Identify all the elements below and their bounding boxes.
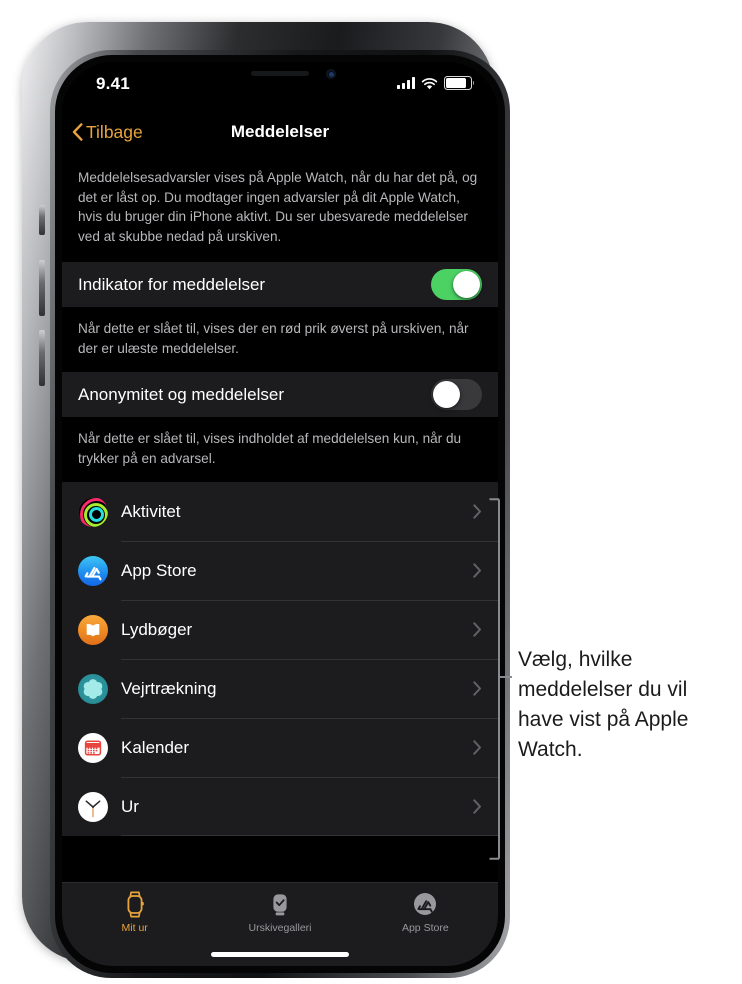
setting-row-notifications-indicator[interactable]: Indikator for meddelelser <box>62 262 498 307</box>
iphone-device-frame: 9.41 Tilbage Meddelelser Meddelelsesadva… <box>22 22 510 978</box>
app-name: Lydbøger <box>121 619 193 639</box>
app-name: Kalender <box>121 737 190 757</box>
audiobooks-icon <box>78 614 108 645</box>
tab-label: App Store <box>401 922 449 934</box>
watch-face-icon <box>207 890 352 919</box>
chevron-right-icon <box>473 681 482 696</box>
notifications-indicator-toggle[interactable] <box>431 269 482 300</box>
app-row-lydboger[interactable]: Lydbøger <box>62 600 498 659</box>
tab-urskivegalleri[interactable]: Urskivegalleri <box>207 883 352 934</box>
callout-text: Vælg, hvilke meddelelser du vil have vis… <box>518 648 689 761</box>
chevron-right-icon <box>473 799 482 814</box>
setting-label: Anonymitet og meddelelser <box>78 384 285 404</box>
tab-label: Urskivegalleri <box>248 922 312 934</box>
app-store-icon <box>353 890 498 919</box>
calendar-icon <box>78 732 108 763</box>
wifi-icon <box>421 77 438 90</box>
tab-app-store[interactable]: App Store <box>353 883 498 934</box>
tab-bar: Mit ur Urskivegalleri App Store <box>62 882 498 966</box>
privacy-notifications-toggle[interactable] <box>431 379 482 410</box>
toggle-knob <box>453 271 480 298</box>
settings-scroll-view[interactable]: Meddelelsesadvarsler vises på Apple Watc… <box>62 154 498 966</box>
volume-down-button[interactable] <box>39 330 45 386</box>
activity-rings-icon <box>78 496 108 527</box>
navigation-bar: Tilbage Meddelelser <box>62 110 498 154</box>
silent-switch[interactable] <box>39 205 45 235</box>
app-name: Vejrtrækning <box>121 678 217 698</box>
intro-footnote: Meddelelsesadvarsler vises på Apple Watc… <box>62 154 498 262</box>
tab-mit-ur[interactable]: Mit ur <box>62 883 207 934</box>
setting-footnote: Når dette er slået til, vises der en rød… <box>62 307 498 372</box>
tab-label: Mit ur <box>121 922 148 934</box>
cellular-signal-icon <box>397 77 415 89</box>
screenshot-root: 9.41 Tilbage Meddelelser Meddelelsesadva… <box>0 0 742 984</box>
app-row-aktivitet[interactable]: Aktivitet <box>62 482 498 541</box>
toggle-knob <box>433 381 460 408</box>
chevron-right-icon <box>473 504 482 519</box>
app-notification-list: Aktivitet App Store Lydbøger Vejrtræknin… <box>62 482 498 836</box>
app-name: App Store <box>121 560 197 580</box>
callout-leader-line <box>498 676 512 678</box>
front-camera <box>326 69 336 79</box>
breathe-icon <box>78 673 108 704</box>
setting-label: Indikator for meddelelser <box>78 274 266 294</box>
apple-watch-icon <box>62 890 207 919</box>
app-row-kalender[interactable]: Kalender <box>62 718 498 777</box>
app-row-vejrtraekning[interactable]: Vejrtrækning <box>62 659 498 718</box>
app-row-app-store[interactable]: App Store <box>62 541 498 600</box>
chevron-right-icon <box>473 622 482 637</box>
clock-icon <box>78 791 108 822</box>
earpiece-speaker <box>251 71 309 76</box>
callout-bracket <box>489 498 501 860</box>
phone-screen: 9.41 Tilbage Meddelelser Meddelelsesadva… <box>62 62 498 966</box>
home-indicator[interactable] <box>211 952 349 957</box>
app-name: Aktivitet <box>121 501 181 521</box>
battery-icon <box>444 76 475 90</box>
app-row-ur[interactable]: Ur <box>62 777 498 836</box>
setting-row-privacy-notifications[interactable]: Anonymitet og meddelelser <box>62 372 498 417</box>
status-time: 9.41 <box>96 74 130 93</box>
chevron-right-icon <box>473 740 482 755</box>
page-title: Meddelelser <box>230 122 330 141</box>
app-name: Ur <box>121 796 139 816</box>
app-store-icon <box>78 555 108 586</box>
volume-up-button[interactable] <box>39 260 45 316</box>
setting-footnote: Når dette er slået til, vises indholdet … <box>62 417 498 482</box>
chevron-right-icon <box>473 563 482 578</box>
status-indicators <box>397 76 475 90</box>
